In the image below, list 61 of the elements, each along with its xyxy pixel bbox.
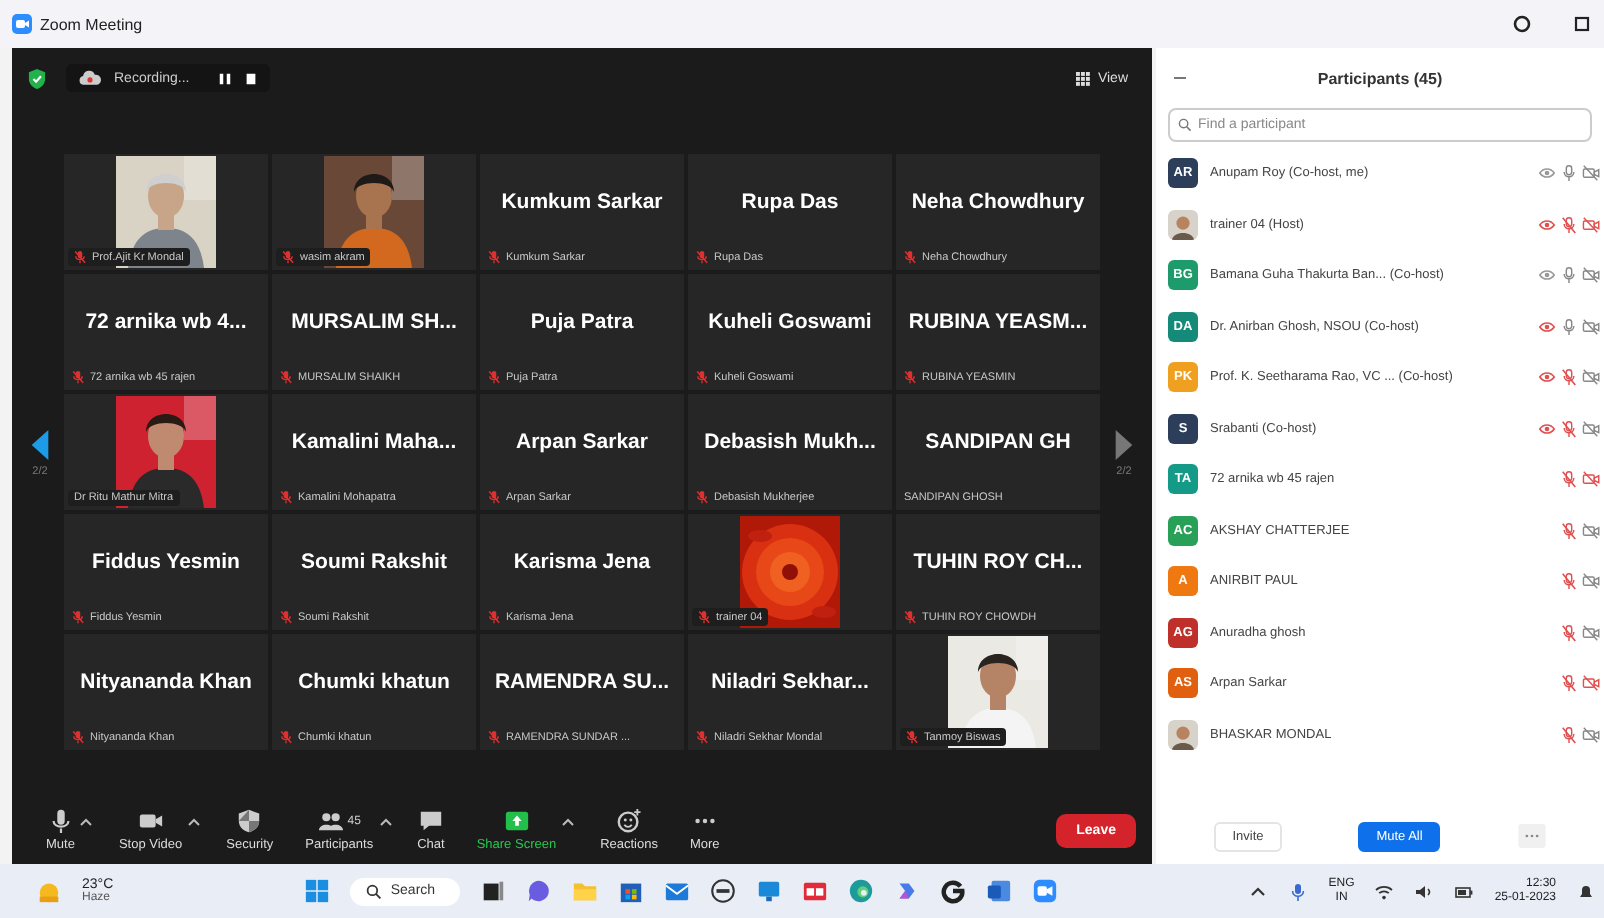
caret-icon[interactable] [379,818,392,826]
task-view-icon[interactable] [479,878,506,904]
bag-icon[interactable] [617,878,644,904]
participant-name: Puja Patra [530,310,634,334]
participant-name: RUBINA YEASM... [908,310,1088,334]
browser-icon[interactable] [847,878,874,904]
participant-name: 72 arnika wb 4... [85,310,247,334]
share-screen-icon [503,808,530,834]
shield-icon[interactable] [28,67,46,89]
circle-icon[interactable] [1512,14,1532,34]
microphone-icon[interactable] [1288,881,1309,901]
smiley-icon [616,808,643,834]
restore-icon[interactable] [1572,14,1592,34]
participant-name: Debasish Mukh... [704,430,876,454]
video-camera-icon[interactable] [1031,878,1058,904]
document-icon[interactable] [985,878,1012,904]
microphone-icon [47,808,74,834]
caret-icon[interactable] [188,818,201,826]
caret-icon[interactable] [562,818,575,826]
round-logo-icon[interactable] [709,878,736,904]
participant-name: MURSALIM SH... [291,310,457,334]
participant-name: Karisma Jena [513,550,651,574]
wifi-icon[interactable] [1374,881,1395,901]
previous-page-arrow[interactable] [30,427,50,461]
participant-name: Nityananda Khan [80,670,252,694]
search-icon [366,883,383,899]
participant-name: Arpan Sarkar [516,430,648,454]
participant-name: Niladri Sekhar... [711,670,869,694]
pause-icon[interactable] [217,71,232,85]
participant-name: Kamalini Maha... [291,430,457,454]
mail-icon[interactable] [663,878,690,904]
participant-name: TUHIN ROY CH... [913,550,1083,574]
cloud-icon [78,70,102,86]
bell-icon[interactable] [1576,881,1597,901]
participant-name: Neha Chowdhury [911,190,1085,214]
stop-icon[interactable] [243,71,258,85]
participant-name: Fiddus Yesmin [92,550,240,574]
chat-bubble-icon [417,808,444,834]
participant-name: Chumki khatun [298,670,450,694]
chat-bubble-icon[interactable] [525,878,552,904]
shield-icon [236,808,263,834]
participant-name: Rupa Das [741,190,839,214]
start-icon[interactable] [304,878,331,904]
search-icon [1178,118,1192,132]
grid-icon [1075,71,1090,85]
monitor-icon[interactable] [755,878,782,904]
speaker-icon[interactable] [1414,881,1435,901]
participant-name: Kumkum Sarkar [501,190,663,214]
participant-name: Soumi Rakshit [301,550,447,574]
caret-icon[interactable] [80,818,93,826]
g-logo-icon[interactable] [939,878,966,904]
collapse-icon[interactable] [1172,74,1188,82]
participant-name: Kuheli Goswami [708,310,872,334]
battery-icon[interactable] [1454,881,1475,901]
window-title: Zoom Meeting [40,15,143,33]
panel-title: Participants (45) [1317,69,1443,87]
app-icon [12,14,32,34]
calendar-icon[interactable] [801,878,828,904]
participant-name: SANDIPAN GH [925,430,1071,454]
participant-name: RAMENDRA SU... [494,670,670,694]
people-icon [317,808,344,834]
